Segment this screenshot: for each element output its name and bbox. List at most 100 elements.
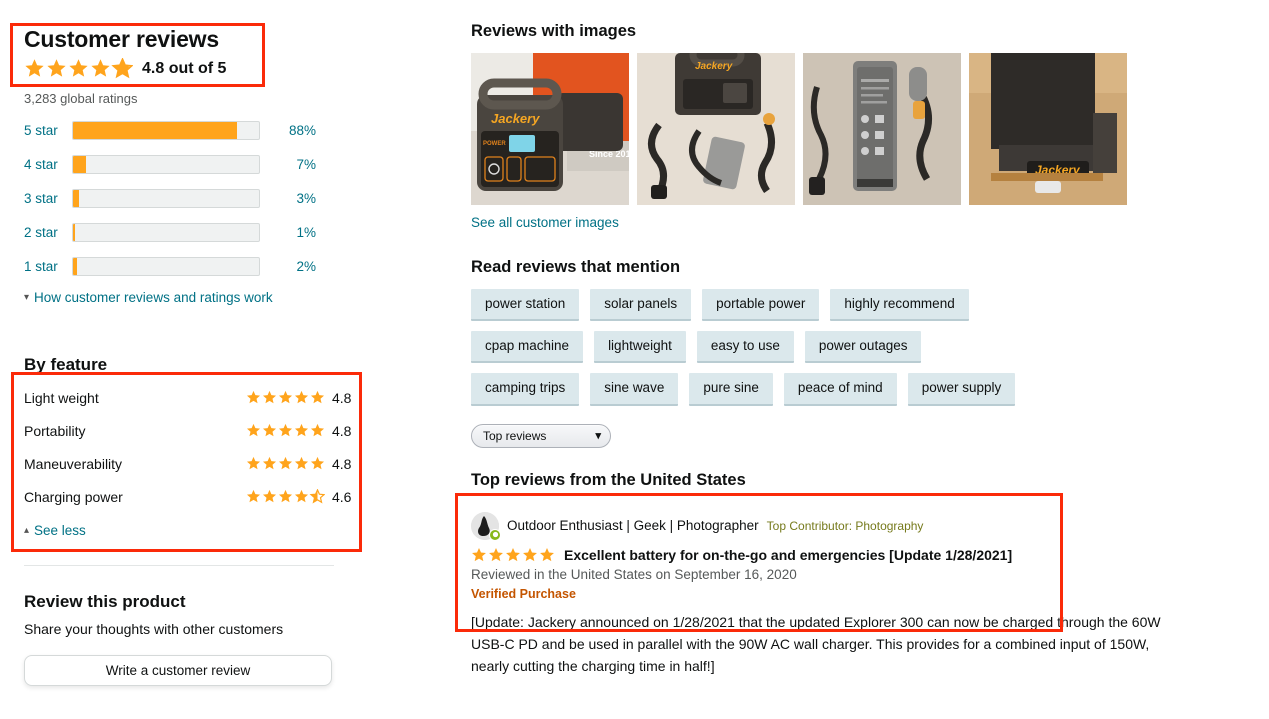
svg-text:POWER: POWER (483, 141, 506, 147)
histogram-row: 4 star 7% (24, 154, 319, 175)
page-title: Customer reviews (24, 26, 219, 52)
by-feature-section: By feature Light weight 4.8 Portability 4.8… (24, 355, 354, 513)
keyword-tag-row: power station solar panels portable power h… (471, 289, 1071, 322)
keyword-tag-row: camping trips sine wave pure sine peace of … (471, 373, 1071, 406)
review-rating-stars[interactable] (471, 547, 555, 563)
histogram-bar-fill (73, 156, 87, 174)
by-feature-rating: 4.6 (246, 489, 354, 505)
histogram-percent[interactable]: 7% (260, 157, 316, 172)
histogram-bar[interactable] (72, 121, 260, 141)
review-body: [Update: Jackery announced on 1/28/2021 … (471, 613, 1161, 674)
keyword-tag[interactable]: camping trips (471, 373, 580, 406)
avatar[interactable] (471, 511, 501, 541)
keyword-tag[interactable]: highly recommend (830, 289, 969, 322)
write-customer-review-label: Write a customer review (105, 663, 251, 679)
histogram-bar-fill (73, 224, 75, 242)
histogram-percent[interactable]: 3% (260, 191, 316, 206)
by-feature-rating: 4.8 (246, 390, 354, 406)
right-column: Reviews with images Since 2012 Jackery P… (471, 0, 1261, 677)
by-feature-rows: Light weight 4.8 Portability 4.8 Maneuverabi… (24, 381, 354, 513)
by-feature-title: By feature (24, 355, 108, 375)
see-all-customer-images-link[interactable]: See all customer images (471, 215, 619, 230)
keyword-tag[interactable]: peace of mind (783, 373, 897, 406)
histogram-bar[interactable] (72, 223, 260, 243)
sort-reviews-select[interactable]: Top reviews ▾ (471, 423, 611, 448)
reviews-with-images-title: Reviews with images (471, 22, 637, 40)
svg-text:Jackery: Jackery (491, 111, 540, 126)
customer-reviews-page: Customer reviews 4.8 out of 5 3,283 glob… (0, 0, 1269, 719)
by-feature-name: Maneuverability (24, 455, 123, 472)
histogram-row: 3 star 3% (24, 188, 319, 209)
histogram-row: 2 star 1% (24, 222, 319, 243)
review-title[interactable]: Excellent battery for on-the-go and emer… (564, 547, 1012, 563)
jackery-power-station-front-photo[interactable]: Since 2012 Jackery POWER (471, 53, 629, 205)
chevron-up-icon: ▴ (24, 524, 30, 536)
histogram-bar-fill (73, 258, 77, 276)
verified-purchase-badge: Verified Purchase (471, 586, 576, 601)
keyword-tag[interactable]: lightweight (594, 331, 686, 364)
keyword-tag[interactable]: cpap machine (471, 331, 584, 364)
review-this-product-subtitle: Share your thoughts with other customers (24, 621, 284, 638)
histogram-star-label-88[interactable]: 5 star (24, 123, 72, 138)
section-divider (24, 565, 334, 567)
by-feature-row: Portability 4.8 (24, 414, 354, 447)
by-feature-stars (246, 423, 325, 438)
by-feature-row: Charging power 4.6 (24, 480, 354, 513)
review-item: Outdoor Enthusiast | Geek | Photographer… (471, 511, 1261, 678)
chevron-down-icon: ▾ (24, 291, 30, 303)
keyword-tag[interactable]: sine wave (590, 373, 679, 406)
svg-text:Jackery: Jackery (695, 61, 733, 72)
by-feature-row: Maneuverability 4.8 (24, 447, 354, 480)
chevron-down-icon: ▾ (595, 430, 601, 443)
histogram-bar-fill (73, 122, 237, 140)
by-feature-stars (246, 390, 325, 405)
see-less-label: See less (34, 523, 86, 539)
review-this-product-section: Review this product Share your thoughts … (24, 592, 354, 687)
by-feature-score: 4.8 (332, 422, 352, 439)
review-image-strip: Since 2012 Jackery POWER Jackery (471, 53, 1261, 205)
jackery-unboxing-in-carton-photo[interactable]: Jackery (969, 53, 1127, 205)
keyword-tag[interactable]: power outages (804, 331, 922, 364)
histogram-percent[interactable]: 1% (260, 225, 316, 240)
see-less-link[interactable]: ▴ See less (24, 523, 354, 538)
rating-histogram: 5 star 88% 4 star 7% 3 star 3% 2 star 1% 1 star 2… (24, 120, 319, 277)
write-customer-review-button[interactable]: Write a customer review (24, 655, 332, 687)
keyword-tag[interactable]: power station (471, 289, 580, 322)
overall-rating-text: 4.8 out of 5 (142, 59, 227, 77)
top-reviews-title: Top reviews from the United States (471, 470, 746, 489)
by-feature-name: Light weight (24, 389, 99, 406)
keyword-tag[interactable]: solar panels (590, 289, 692, 322)
jackery-power-station-with-cables-photo[interactable]: Jackery (637, 53, 795, 205)
global-ratings-count: 3,283 global ratings (24, 91, 138, 107)
by-feature-stars (246, 489, 325, 504)
how-reviews-work-link[interactable]: ▾ How customer reviews and ratings work (24, 290, 354, 305)
keyword-tag[interactable]: power supply (907, 373, 1016, 406)
histogram-row: 5 star 88% (24, 120, 319, 141)
histogram-percent[interactable]: 2% (260, 259, 316, 274)
top-contributor-badge-label: Top Contributor: Photography (766, 518, 924, 533)
histogram-bar[interactable] (72, 257, 260, 277)
read-reviews-that-mention-title: Read reviews that mention (471, 258, 681, 276)
keyword-tag[interactable]: portable power (702, 289, 820, 322)
ac-adapter-and-cables-photo[interactable] (803, 53, 961, 205)
by-feature-stars (246, 456, 325, 471)
histogram-star-label-2[interactable]: 1 star (24, 259, 72, 274)
histogram-star-label-7[interactable]: 4 star (24, 157, 72, 172)
histogram-bar[interactable] (72, 155, 260, 175)
histogram-star-label-3[interactable]: 3 star (24, 191, 72, 206)
keyword-tag[interactable]: pure sine (689, 373, 773, 406)
by-feature-rating: 4.8 (246, 456, 354, 472)
by-feature-name: Charging power (24, 488, 123, 505)
histogram-percent[interactable]: 88% (260, 123, 316, 138)
review-author-row: Outdoor Enthusiast | Geek | Photographer… (471, 511, 1261, 541)
sort-reviews-value: Top reviews (483, 428, 547, 443)
histogram-star-label-1[interactable]: 2 star (24, 225, 72, 240)
keyword-tag[interactable]: easy to use (696, 331, 794, 364)
histogram-bar[interactable] (72, 189, 260, 209)
left-column: Customer reviews 4.8 out of 5 3,283 glob… (24, 0, 354, 719)
review-keyword-tags: power station solar panels portable power h… (471, 289, 1071, 406)
review-author-name[interactable]: Outdoor Enthusiast | Geek | Photographer (507, 518, 759, 533)
top-contributor-badge-icon (489, 528, 501, 541)
by-feature-name: Portability (24, 422, 86, 439)
overall-rating-stars[interactable] (24, 58, 133, 79)
